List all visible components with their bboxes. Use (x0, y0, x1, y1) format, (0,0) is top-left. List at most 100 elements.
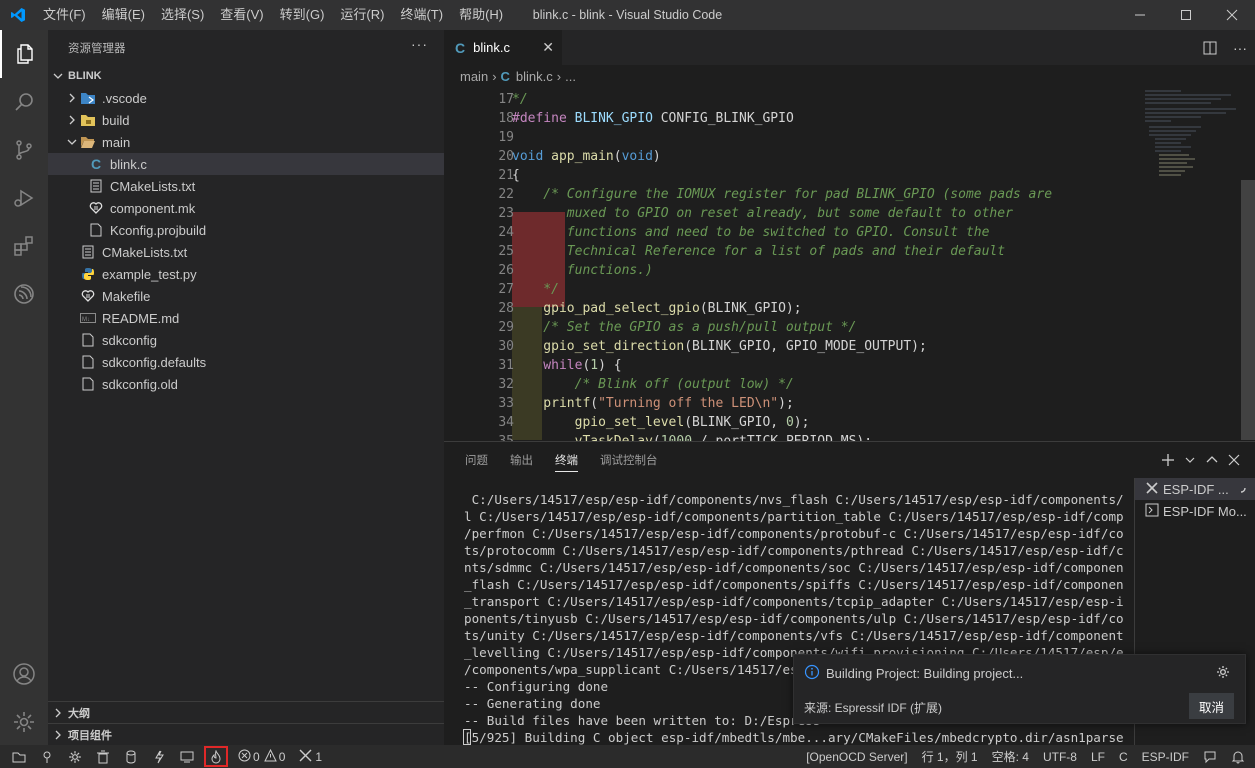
code-editor[interactable]: 17 */18 #define BLINK_GPIO CONFIG_BLINK_GP… (444, 87, 1255, 441)
activity-bar (0, 30, 48, 745)
status-bar: 0 0 1 [OpenOCD Server] 行 1，列 1 空格: 4 UTF… (0, 745, 1255, 768)
tree-file[interactable]: sdkconfig.old (48, 373, 444, 395)
monitor-icon[interactable] (173, 745, 201, 768)
account-icon[interactable] (0, 650, 48, 698)
menu-item[interactable]: 转到(G) (272, 0, 333, 30)
tree-folder[interactable]: .vscode (48, 87, 444, 109)
feedback-icon[interactable] (1196, 745, 1224, 768)
tree-file[interactable]: Makefile (48, 285, 444, 307)
maximize-icon[interactable] (1163, 0, 1209, 30)
eol-status[interactable]: LF (1084, 745, 1112, 768)
menu-item[interactable]: 文件(F) (35, 0, 94, 30)
chevron-right-icon: › (556, 68, 562, 84)
cancel-button[interactable]: 取消 (1189, 693, 1234, 719)
tree-folder[interactable]: main (48, 131, 444, 153)
encoding-status[interactable]: UTF-8 (1036, 745, 1084, 768)
panel-tab[interactable]: 输出 (499, 442, 544, 478)
menu-item[interactable]: 编辑(E) (94, 0, 153, 30)
line-number: 23 (498, 206, 514, 221)
chevron-down-icon[interactable] (1179, 455, 1201, 465)
tree-item-label: sdkconfig.old (102, 376, 178, 392)
maximize-panel-icon[interactable] (1201, 454, 1223, 466)
close-panel-icon[interactable] (1223, 454, 1245, 466)
more-actions-icon[interactable]: ··· (1225, 40, 1255, 56)
terminal-line: l C:/Users/14517/esp/esp-idf/components/… (464, 509, 1124, 524)
chevron-right-icon: › (492, 68, 497, 84)
workspace-section-header[interactable]: BLINK (48, 65, 444, 87)
breadcrumb-symbol[interactable]: ... (565, 69, 576, 84)
language-mode[interactable]: C (1112, 745, 1135, 768)
openocd-status[interactable]: [OpenOCD Server] (799, 745, 914, 768)
problems-status[interactable]: 0 0 (231, 745, 292, 768)
warning-count: 0 (278, 749, 286, 764)
tree-file[interactable]: M↓ README.md (48, 307, 444, 329)
vertical-scrollbar[interactable] (1241, 180, 1255, 440)
tree-file[interactable]: CMakeLists.txt (48, 175, 444, 197)
line-number: 17 (498, 92, 514, 107)
run-debug-icon[interactable] (0, 174, 48, 222)
more-actions-icon[interactable]: ··· (411, 36, 428, 52)
editor-group: C blink.c ✕ ··· main › C blink.c › ... 1… (444, 30, 1255, 441)
terminal-item-esp-idf-build[interactable]: ESP-IDF ... (1135, 478, 1255, 500)
cursor-position[interactable]: 行 1，列 1 (915, 745, 985, 768)
flash-icon[interactable] (145, 745, 173, 768)
workspace-name: BLINK (68, 70, 102, 82)
tree-file[interactable]: sdkconfig.defaults (48, 351, 444, 373)
build-flame-icon[interactable] (204, 746, 228, 767)
tree-item-label: CMakeLists.txt (102, 244, 188, 260)
code-content: functions and need to be switched to GPI… (512, 223, 990, 242)
outline-section-header[interactable]: 大纲 (48, 701, 444, 723)
panel-tab[interactable]: 终端 (544, 442, 589, 478)
tree-file[interactable]: Kconfig.projbuild (48, 219, 444, 241)
settings-gear-icon[interactable] (0, 698, 48, 746)
code-line: 30 gpio_set_direction(BLINK_GPIO, GPIO_M… (444, 337, 1144, 356)
port-icon[interactable] (33, 745, 61, 768)
extensions-icon[interactable] (0, 222, 48, 270)
source-control-icon[interactable] (0, 126, 48, 174)
database-icon[interactable] (117, 745, 145, 768)
terminal-label: ESP-IDF Mo... (1163, 503, 1247, 519)
tab-close-icon[interactable]: ✕ (542, 39, 554, 56)
tree-item-label: component.mk (110, 200, 196, 216)
menu-item[interactable]: 运行(R) (332, 0, 392, 30)
project-components-section-header[interactable]: 项目组件 (48, 723, 444, 745)
open-folder-icon[interactable] (0, 745, 33, 768)
code-token: muxed to GPIO on reset already, but some… (512, 206, 1013, 221)
search-icon[interactable] (0, 78, 48, 126)
breadcrumb-folder[interactable]: main (460, 69, 488, 84)
tree-file[interactable]: example_test.py (48, 263, 444, 285)
tree-file[interactable]: CMakeLists.txt (48, 241, 444, 263)
explorer-icon[interactable] (0, 30, 48, 78)
tree-file[interactable]: Cblink.c (48, 153, 444, 175)
menu-item[interactable]: 查看(V) (212, 0, 271, 30)
espressif-icon[interactable] (0, 270, 48, 318)
code-line: 20 void app_main(void) (444, 147, 1144, 166)
close-icon[interactable] (1209, 0, 1255, 30)
minimize-icon[interactable] (1117, 0, 1163, 30)
breadcrumb-file[interactable]: blink.c (516, 69, 553, 84)
code-token: 1 (590, 358, 599, 373)
indentation-status[interactable]: 空格: 4 (985, 745, 1036, 768)
split-editor-icon[interactable] (1195, 41, 1225, 55)
tree-folder[interactable]: build (48, 109, 444, 131)
panel-tab[interactable]: 问题 (454, 442, 499, 478)
code-token: (BLINK_GPIO, GPIO_MODE_OUTPUT); (684, 339, 927, 354)
trash-icon[interactable] (89, 745, 117, 768)
minimap[interactable] (1141, 87, 1241, 187)
notification-settings-icon[interactable] (1215, 664, 1231, 683)
menu-item[interactable]: 终端(T) (392, 0, 451, 30)
panel-tab[interactable]: 调试控制台 (589, 442, 669, 478)
tree-file[interactable]: sdkconfig (48, 329, 444, 351)
code-content: printf("Turning off the LED\n"); (512, 394, 793, 413)
tree-file[interactable]: component.mk (48, 197, 444, 219)
terminal-item-esp-idf-monitor[interactable]: ESP-IDF Mo... (1135, 500, 1255, 522)
menu-item[interactable]: 选择(S) (153, 0, 212, 30)
new-terminal-icon[interactable] (1157, 453, 1179, 467)
esp-idf-status[interactable]: ESP-IDF (1135, 745, 1196, 768)
menuconfig-gear-icon[interactable] (61, 745, 89, 768)
notifications-bell-icon[interactable] (1224, 745, 1255, 768)
tools-status[interactable]: 1 (292, 745, 329, 768)
menu-item[interactable]: 帮助(H) (451, 0, 511, 30)
code-line: 26 functions.) (444, 261, 1144, 280)
tab-blink-c[interactable]: C blink.c ✕ (444, 30, 562, 65)
